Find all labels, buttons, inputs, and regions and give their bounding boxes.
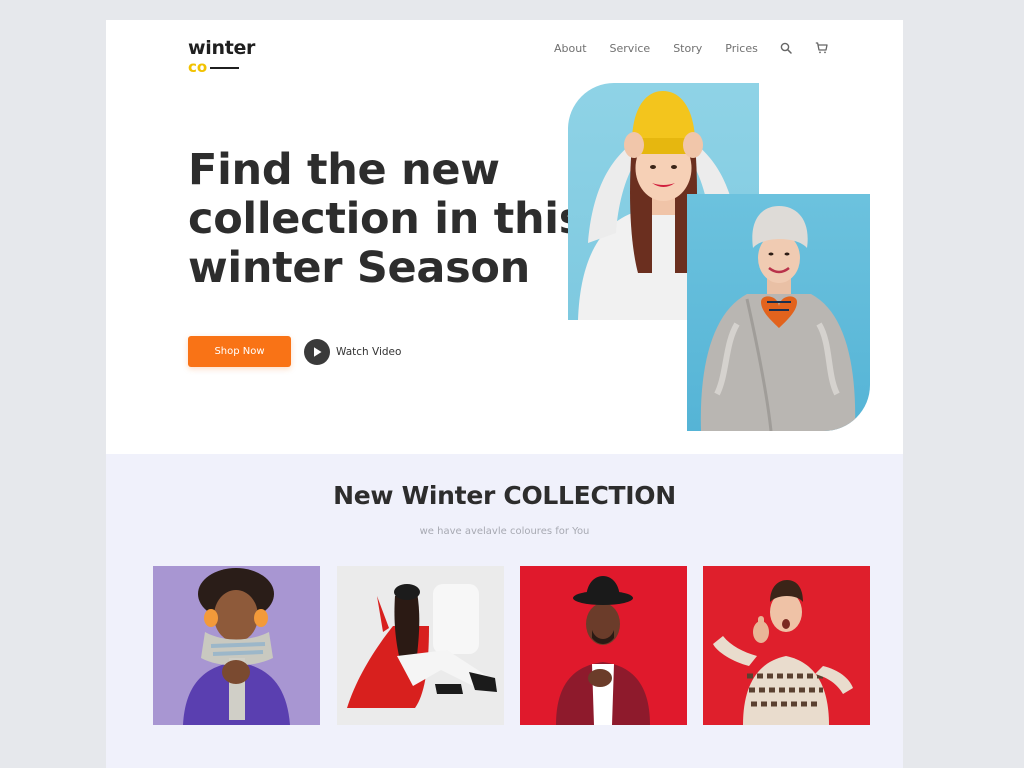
hero-title: Find the new collection in this winter S… [188, 145, 585, 293]
collection-card-red-coat[interactable] [337, 566, 504, 725]
main-nav: About Service Story Prices [554, 41, 829, 55]
landing-page: winter co About Service Story Prices Fin… [106, 20, 903, 768]
watch-video-button[interactable]: Watch Video [304, 339, 401, 365]
logo-bottom: co [188, 59, 255, 75]
hero-title-line-2: collection in this [188, 194, 585, 244]
logo-underline [210, 67, 240, 69]
collection-title: New Winter COLLECTION [333, 481, 676, 510]
hero-photo-fur-coat [687, 194, 870, 431]
nav-story[interactable]: Story [673, 42, 702, 55]
collection-card-sweater[interactable] [703, 566, 870, 725]
watch-video-label: Watch Video [336, 346, 402, 358]
nav-service[interactable]: Service [610, 42, 651, 55]
collection-card-purple[interactable] [153, 566, 320, 725]
collection-section: New Winter COLLECTION we have avelavle c… [106, 454, 903, 768]
hero-title-line-3: winter Season [188, 243, 530, 293]
collection-subtitle: we have avelavle coloures for You [419, 526, 590, 537]
hero-title-line-1: Find the new [188, 145, 500, 195]
nav-about[interactable]: About [554, 42, 587, 55]
shop-now-button[interactable]: Shop Now [188, 336, 291, 367]
nav-prices[interactable]: Prices [725, 42, 758, 55]
brand-logo[interactable]: winter co [188, 38, 255, 75]
play-icon [304, 339, 330, 365]
search-icon[interactable] [779, 41, 793, 55]
cart-icon[interactable] [815, 41, 829, 55]
logo-text-bottom: co [188, 58, 208, 76]
collection-card-burgundy-blazer[interactable] [520, 566, 687, 725]
logo-text-top: winter [188, 37, 256, 59]
